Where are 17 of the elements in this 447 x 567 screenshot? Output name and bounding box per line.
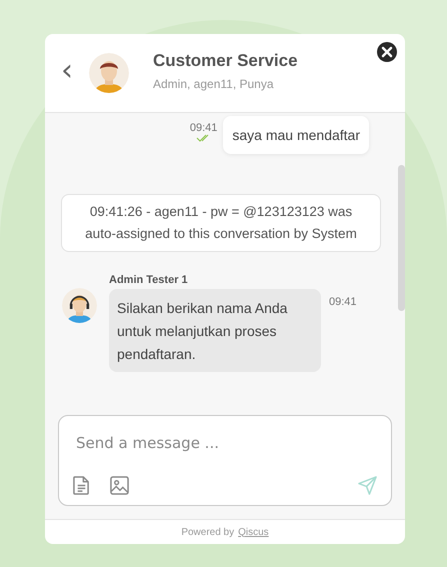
- scrollbar[interactable]: [398, 165, 405, 311]
- qiscus-link[interactable]: Qiscus: [238, 526, 269, 538]
- system-notice: 09:41:26 - agen11 - pw = @123123123 was auto-assigned to this conversation by System: [61, 194, 381, 252]
- powered-by-text: Powered by: [181, 526, 234, 538]
- contact-avatar: [89, 53, 129, 93]
- back-button[interactable]: ‹: [57, 56, 77, 86]
- message-time: 09:41: [329, 296, 357, 308]
- close-button[interactable]: [377, 42, 397, 62]
- sender-name: Admin Tester 1: [109, 274, 189, 286]
- message-time: 09:41: [190, 122, 218, 134]
- agent-avatar: [62, 288, 97, 323]
- document-icon[interactable]: [73, 476, 90, 495]
- image-icon[interactable]: [110, 476, 129, 495]
- participants-text: Admin, agen11, Punya: [153, 77, 275, 91]
- message-bubble: saya mau mendaftar: [223, 116, 369, 154]
- chat-title: Customer Service: [153, 51, 299, 71]
- message-bubble: Silakan berikan nama Anda untuk melanjutkan proses pendaftaran.: [109, 289, 321, 372]
